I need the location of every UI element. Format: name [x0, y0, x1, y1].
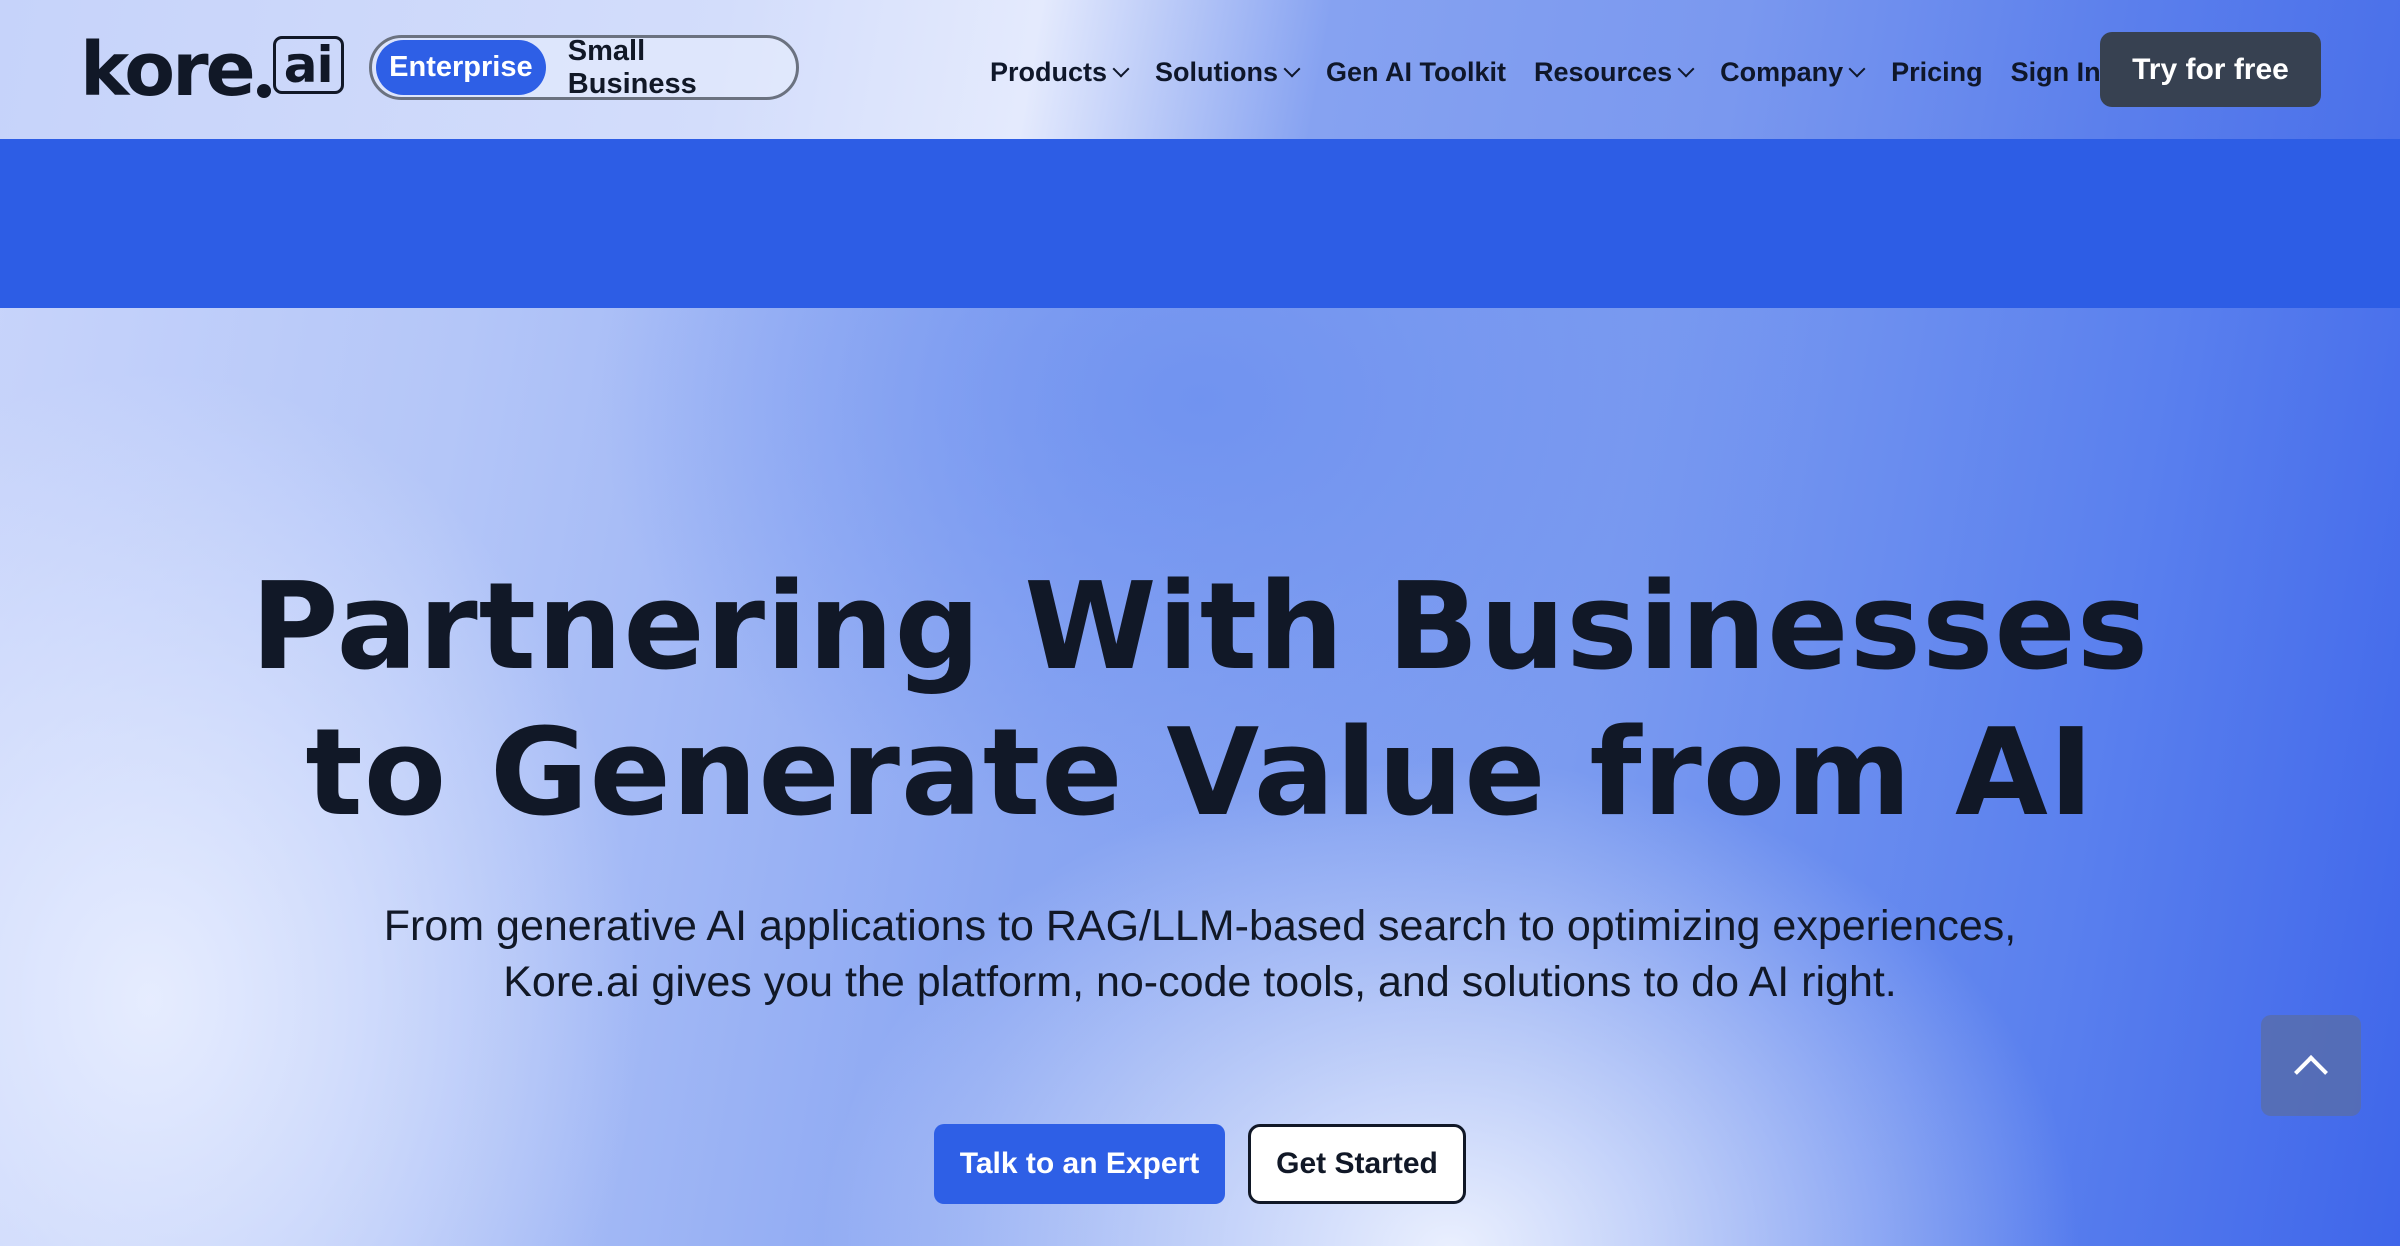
chevron-up-icon	[2294, 1054, 2328, 1089]
hero-subtitle-line-1: From generative AI applications to RAG/L…	[383, 902, 2017, 950]
nav-gen-ai-toolkit[interactable]: Gen AI Toolkit	[1326, 57, 1506, 88]
nav-label: Products	[990, 56, 1108, 87]
hero-title: Partnering With Businesses to Generate V…	[0, 555, 2400, 847]
talk-to-expert-button[interactable]: Talk to an Expert	[934, 1124, 1225, 1204]
logo-ai-badge: ai	[272, 36, 344, 94]
site-header: kore ai Enterprise Small Business Produc…	[0, 0, 2400, 139]
main-nav: Products Solutions Gen AI Toolkit Resour…	[990, 50, 2145, 94]
kore-ai-logo[interactable]: kore ai	[80, 27, 344, 113]
nav-company[interactable]: Company	[1720, 56, 1866, 88]
hero-title-line-2: to Generate Value from AI	[305, 704, 2095, 843]
hero-subtitle-line-2: Kore.ai gives you the platform, no-code …	[503, 958, 1897, 1006]
chevron-down-icon	[1112, 60, 1130, 78]
logo-dot	[256, 84, 271, 98]
nav-pricing[interactable]: Pricing	[1891, 57, 1983, 88]
audience-toggle: Enterprise Small Business	[369, 35, 799, 100]
nav-products[interactable]: Products	[990, 56, 1130, 88]
get-started-button[interactable]: Get Started	[1248, 1124, 1466, 1204]
nav-label: Company	[1720, 56, 1844, 87]
scroll-to-top-button[interactable]	[2261, 1015, 2361, 1116]
nav-label: Gen AI Toolkit	[1326, 56, 1507, 87]
nav-solutions[interactable]: Solutions	[1155, 56, 1301, 88]
toggle-enterprise[interactable]: Enterprise	[376, 40, 546, 95]
nav-label: Pricing	[1891, 56, 1983, 87]
nav-label: Resources	[1534, 56, 1673, 87]
hero-subtitle: From generative AI applications to RAG/L…	[0, 898, 2400, 1010]
nav-label: Solutions	[1155, 56, 1279, 87]
logo-wordmark: kore	[80, 27, 256, 113]
announcement-banner	[0, 139, 2400, 308]
hero-title-line-1: Partnering With Businesses	[250, 558, 2150, 697]
nav-resources[interactable]: Resources	[1534, 56, 1695, 88]
try-for-free-button[interactable]: Try for free	[2100, 32, 2321, 107]
chevron-down-icon	[1283, 60, 1301, 78]
chevron-down-icon	[1677, 60, 1695, 78]
chevron-down-icon	[1848, 60, 1866, 78]
toggle-small-business[interactable]: Small Business	[546, 35, 792, 100]
nav-label: Sign In	[2010, 56, 2101, 87]
